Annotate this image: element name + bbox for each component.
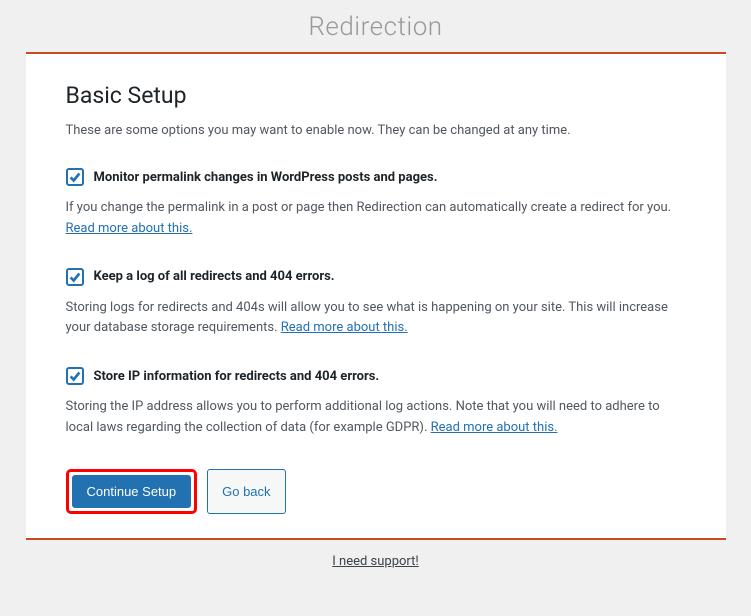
highlight-annotation: Continue Setup	[66, 469, 198, 515]
checkbox-store-ip[interactable]	[66, 367, 84, 385]
option-label: Monitor permalink changes in WordPress p…	[94, 170, 438, 185]
option-label: Keep a log of all redirects and 404 erro…	[94, 269, 335, 284]
button-row: Continue Setup Go back	[66, 469, 686, 515]
checkbox-keep-log[interactable]	[66, 268, 84, 286]
setup-panel: Basic Setup These are some options you m…	[26, 52, 726, 540]
read-more-link[interactable]: Read more about this.	[281, 320, 408, 335]
option-monitor-permalinks: Monitor permalink changes in WordPress p…	[66, 168, 686, 240]
go-back-button[interactable]: Go back	[207, 469, 285, 515]
check-icon	[68, 369, 82, 383]
option-description: Storing the IP address allows you to per…	[66, 397, 686, 439]
check-icon	[68, 270, 82, 284]
option-description: Storing logs for redirects and 404s will…	[66, 298, 686, 340]
option-label: Store IP information for redirects and 4…	[94, 369, 380, 384]
support-link[interactable]: I need support!	[332, 554, 419, 569]
checkbox-monitor-permalinks[interactable]	[66, 168, 84, 186]
read-more-link[interactable]: Read more about this.	[431, 420, 558, 435]
option-keep-log: Keep a log of all redirects and 404 erro…	[66, 268, 686, 340]
footer: I need support!	[26, 540, 726, 583]
read-more-link[interactable]: Read more about this.	[66, 221, 193, 236]
page-heading: Basic Setup	[66, 82, 686, 109]
option-description: If you change the permalink in a post or…	[66, 198, 686, 240]
check-icon	[68, 170, 82, 184]
option-store-ip: Store IP information for redirects and 4…	[66, 367, 686, 439]
intro-text: These are some options you may want to e…	[66, 123, 686, 138]
continue-setup-button[interactable]: Continue Setup	[72, 475, 192, 509]
app-title: Redirection	[26, 8, 726, 52]
